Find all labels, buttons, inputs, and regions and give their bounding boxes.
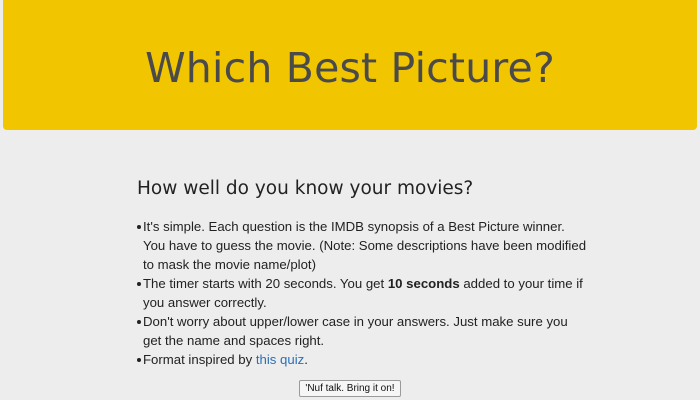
rule-text: It's simple. Each question is the IMDB s… [143, 219, 587, 272]
rule-text: The timer starts with 20 seconds. You ge… [143, 276, 388, 291]
rule-text: Don't worry about upper/lower case in yo… [143, 314, 568, 348]
list-item: The timer starts with 20 seconds. You ge… [137, 274, 587, 312]
start-button-container: 'Nuf talk. Bring it on! [0, 380, 700, 397]
rule-text: . [304, 352, 308, 367]
inspiration-quiz-link[interactable]: this quiz [256, 352, 304, 367]
intro-heading: How well do you know your movies? [137, 178, 474, 199]
hero-banner: Which Best Picture? [3, 0, 697, 130]
bonus-seconds-text: 10 seconds [387, 276, 460, 291]
rule-text: Format inspired by [143, 352, 256, 367]
instructions-section: How well do you know your movies? It's s… [137, 176, 587, 369]
rules-list: It's simple. Each question is the IMDB s… [137, 217, 587, 369]
page-title: Which Best Picture? [145, 44, 555, 92]
list-item: Format inspired by this quiz. [137, 350, 587, 369]
list-item: It's simple. Each question is the IMDB s… [137, 217, 587, 274]
list-item: Don't worry about upper/lower case in yo… [137, 312, 587, 350]
start-quiz-button[interactable]: 'Nuf talk. Bring it on! [299, 380, 401, 397]
